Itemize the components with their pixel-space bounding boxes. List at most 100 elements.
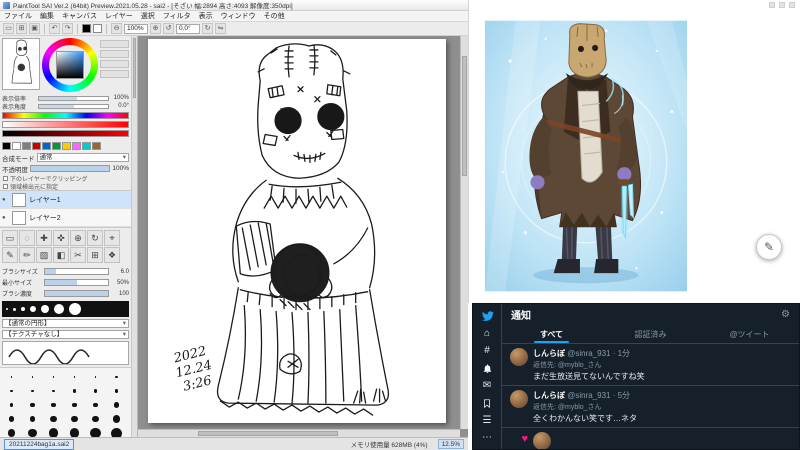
lasso-tool-icon[interactable]: ◌ xyxy=(19,230,35,246)
brush-tip-option[interactable] xyxy=(21,307,25,311)
canvas-vertical-scrollbar[interactable] xyxy=(460,36,468,429)
brush-size-option[interactable] xyxy=(43,398,64,412)
brush-texture-dropdown[interactable]: 【テクスチャなし】 ▾ xyxy=(2,330,129,339)
swatch[interactable] xyxy=(12,142,21,150)
brush-size-option[interactable] xyxy=(22,398,43,412)
save-file-icon[interactable]: ▣ xyxy=(29,23,40,34)
notifications-tab[interactable]: @ツイート xyxy=(700,325,799,343)
notifications-bell-icon[interactable] xyxy=(482,363,493,374)
zoom-in-icon[interactable]: ⊕ xyxy=(150,23,161,34)
home-icon[interactable]: ⌂ xyxy=(484,329,490,339)
move-tool-icon[interactable]: ✜ xyxy=(53,230,69,246)
swatch[interactable] xyxy=(42,142,51,150)
brush-size-option[interactable] xyxy=(22,370,43,384)
view-zoom-slider[interactable] xyxy=(38,95,109,101)
picker-tool-icon[interactable]: ⌖ xyxy=(104,230,120,246)
new-file-icon[interactable]: ▭ xyxy=(3,23,14,34)
primary-color-swatch[interactable] xyxy=(82,24,91,33)
canvas-horizontal-scrollbar[interactable] xyxy=(138,429,460,437)
color-mode-button[interactable] xyxy=(100,40,129,48)
menu-item[interactable]: 選択 xyxy=(137,11,159,21)
hue-slider[interactable] xyxy=(2,112,129,119)
magic-wand-tool-icon[interactable]: ✚ xyxy=(36,230,52,246)
swatch[interactable] xyxy=(32,142,41,150)
zoom-tool-icon[interactable]: ⊕ xyxy=(70,230,86,246)
document-tab[interactable]: 20211224bag1a.sai2 xyxy=(4,438,75,450)
swatch[interactable] xyxy=(62,142,71,150)
more-icon[interactable]: ⋯ xyxy=(482,433,492,443)
eraser-tool-icon[interactable]: ◧ xyxy=(53,247,69,263)
menu-item[interactable]: 編集 xyxy=(36,11,58,21)
menu-item[interactable]: ファイル xyxy=(0,11,36,21)
brush-shape-dropdown[interactable]: 【通常の円形】 ▾ xyxy=(2,319,129,328)
rect-select-tool-icon[interactable]: ▭ xyxy=(2,230,18,246)
redo-icon[interactable]: ↷ xyxy=(62,23,73,34)
brush-size-option[interactable] xyxy=(1,412,22,426)
brush-tip-option[interactable] xyxy=(13,307,16,311)
swatch[interactable] xyxy=(22,142,31,150)
scissors-tool-icon[interactable]: ✂ xyxy=(70,247,86,263)
saturation-value-square[interactable] xyxy=(56,51,84,79)
brush-tip-option[interactable] xyxy=(6,308,8,310)
brush-test-area[interactable] xyxy=(2,341,129,365)
brush-size-option[interactable] xyxy=(64,426,85,437)
brush-size-option[interactable] xyxy=(85,426,106,437)
detect-source-option[interactable]: 領域検出元に指定 xyxy=(0,182,131,191)
menu-item[interactable]: 表示 xyxy=(195,11,217,21)
rotate-ccw-icon[interactable]: ↺ xyxy=(163,23,174,34)
bookmark-icon[interactable] xyxy=(482,398,492,409)
brush-size-option[interactable] xyxy=(85,384,106,398)
menu-item[interactable]: フィルタ xyxy=(159,11,195,21)
avatar[interactable] xyxy=(510,348,528,366)
opacity-slider[interactable] xyxy=(30,165,111,172)
menu-item[interactable]: キャンバス xyxy=(58,11,101,21)
brush-size-option[interactable] xyxy=(43,412,64,426)
swatch[interactable] xyxy=(2,142,11,150)
zoom-field[interactable]: 100% xyxy=(124,23,148,34)
pencil-tool-icon[interactable]: ✏ xyxy=(19,247,35,263)
brush-size-option[interactable] xyxy=(106,426,127,437)
brush-size-option[interactable] xyxy=(43,384,64,398)
swatch[interactable] xyxy=(82,142,91,150)
brush-size-option[interactable] xyxy=(43,370,64,384)
brush-size-option[interactable] xyxy=(85,370,106,384)
settings-gear-icon[interactable]: ⚙ xyxy=(781,309,790,320)
drawing-canvas[interactable]: 2022 12.24 3:26 xyxy=(148,39,446,423)
navigator-thumbnail[interactable] xyxy=(2,38,40,90)
viewer-tool-icon[interactable] xyxy=(789,2,795,8)
menu-item[interactable]: その他 xyxy=(260,11,289,21)
notification-item[interactable]: しんらぼ @sinra_931 · 5分 返信先: @myblo_さん 全くわかんな… xyxy=(502,386,799,428)
brush-size-option[interactable] xyxy=(1,426,22,437)
brush-size-option[interactable] xyxy=(64,384,85,398)
color-wheel[interactable] xyxy=(42,38,98,92)
fill-tool-icon[interactable]: ⊞ xyxy=(87,247,103,263)
brush-size-option[interactable] xyxy=(85,412,106,426)
brush-size-slider[interactable] xyxy=(44,268,109,275)
brush-size-option[interactable] xyxy=(1,370,22,384)
brush-size-option[interactable] xyxy=(106,398,127,412)
notification-like-partial[interactable]: ♥ xyxy=(502,428,799,449)
viewer-tool-icon[interactable] xyxy=(769,2,775,8)
blend-mode-dropdown[interactable]: 通常 ▾ xyxy=(36,153,129,162)
saturation-slider[interactable] xyxy=(2,121,129,128)
menu-item[interactable]: ウィンドウ xyxy=(217,11,260,21)
layer-visibility-icon[interactable]: ● xyxy=(2,215,9,221)
brush-tip-option[interactable] xyxy=(69,303,81,315)
brush-size-option[interactable] xyxy=(22,426,43,437)
avatar[interactable] xyxy=(510,390,528,408)
brush-size-option[interactable] xyxy=(106,384,127,398)
menu-item[interactable]: レイヤー xyxy=(101,11,137,21)
color-mode-button[interactable] xyxy=(100,70,129,78)
angle-field[interactable]: 0.0° xyxy=(176,23,200,34)
brush-tip-option[interactable] xyxy=(54,304,64,314)
lists-icon[interactable]: ☰ xyxy=(483,416,492,426)
layer-visibility-icon[interactable]: ● xyxy=(2,197,9,203)
swatch[interactable] xyxy=(92,142,101,150)
open-file-icon[interactable]: ⊞ xyxy=(16,23,27,34)
messages-icon[interactable]: ✉ xyxy=(483,381,491,391)
brush-size-option[interactable] xyxy=(106,412,127,426)
layer-row[interactable]: ● レイヤー2 xyxy=(0,209,131,227)
brush-size-option[interactable] xyxy=(64,412,85,426)
layer-row[interactable]: ● レイヤー1 xyxy=(0,191,131,209)
swatch[interactable] xyxy=(72,142,81,150)
